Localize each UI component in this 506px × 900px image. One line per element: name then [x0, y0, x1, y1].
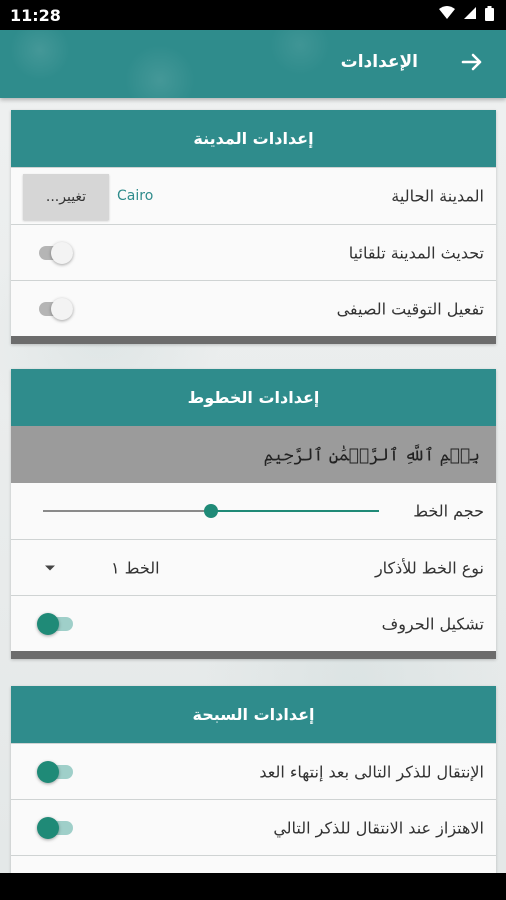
back-button[interactable] [456, 48, 488, 80]
dst-row[interactable]: تفعيل التوقيت الصيفى [11, 280, 496, 336]
partial-row [11, 855, 496, 875]
auto-next-label: الإنتقال للذكر التالى بعد إنتهاء العد [259, 762, 484, 781]
battery-icon [485, 5, 494, 25]
page-title: الإعدادات [340, 52, 418, 72]
auto-update-city-toggle[interactable] [37, 241, 75, 265]
city-settings-header: إعدادات المدينة [11, 110, 496, 167]
diacritics-row[interactable]: تشكيل الحروف [11, 595, 496, 651]
current-city-label: المدينة الحالية [391, 186, 484, 206]
tasbeeh-settings-header: إعدادات السبحة [11, 686, 496, 743]
current-city-value: Cairo [117, 188, 154, 204]
font-size-row: حجم الخط [11, 483, 496, 539]
card-footer [11, 651, 496, 659]
font-settings-card: إعدادات الخطوط بِسۡمِ ٱللَّهِ ٱلرَّحۡمَٰ… [11, 369, 496, 659]
font-preview-text: بِسۡمِ ٱللَّهِ ٱلرَّحۡمَٰنِ ٱلرَّحِيمِ [263, 445, 480, 465]
font-settings-header: إعدادات الخطوط [11, 369, 496, 426]
font-size-slider[interactable] [43, 501, 379, 521]
diacritics-label: تشكيل الحروف [381, 614, 484, 633]
toolbar: الإعدادات [0, 30, 506, 98]
dst-toggle[interactable] [37, 297, 75, 321]
current-city-row: المدينة الحالية Cairo تغيير... [11, 167, 496, 224]
slider-thumb[interactable] [204, 504, 218, 518]
navigation-bar [0, 873, 506, 900]
status-icons [439, 5, 494, 25]
font-type-label: نوع الخط للأذكار [374, 558, 484, 577]
auto-update-city-label: تحديث المدينة تلقائيا [348, 243, 484, 262]
vibrate-label: الاهتزاز عند الانتقال للذكر التالي [273, 818, 484, 837]
auto-next-row[interactable]: الإنتقال للذكر التالى بعد إنتهاء العد [11, 743, 496, 799]
vibrate-toggle[interactable] [37, 816, 75, 840]
status-time: 11:28 [10, 5, 61, 25]
signal-icon [463, 6, 477, 24]
vibrate-row[interactable]: الاهتزاز عند الانتقال للذكر التالي [11, 799, 496, 855]
card-footer [11, 336, 496, 344]
font-type-row[interactable]: نوع الخط للأذكار الخط ١ [11, 539, 496, 595]
dst-label: تفعيل التوقيت الصيفى [336, 299, 484, 318]
tasbeeh-settings-card: إعدادات السبحة الإنتقال للذكر التالى بعد… [11, 686, 496, 875]
arrow-right-icon [461, 51, 483, 77]
wifi-icon [439, 6, 455, 24]
chevron-down-icon[interactable] [45, 565, 55, 570]
city-settings-card: إعدادات المدينة المدينة الحالية Cairo تغ… [11, 110, 496, 344]
status-bar: 11:28 [0, 0, 506, 30]
change-city-button[interactable]: تغيير... [23, 174, 109, 220]
auto-next-toggle[interactable] [37, 760, 75, 784]
diacritics-toggle[interactable] [37, 612, 75, 636]
auto-update-city-row[interactable]: تحديث المدينة تلقائيا [11, 224, 496, 280]
font-size-label: حجم الخط [413, 501, 484, 521]
font-preview-row: بِسۡمِ ٱللَّهِ ٱلرَّحۡمَٰنِ ٱلرَّحِيمِ [11, 426, 496, 483]
font-type-select[interactable]: الخط ١ [111, 558, 160, 577]
